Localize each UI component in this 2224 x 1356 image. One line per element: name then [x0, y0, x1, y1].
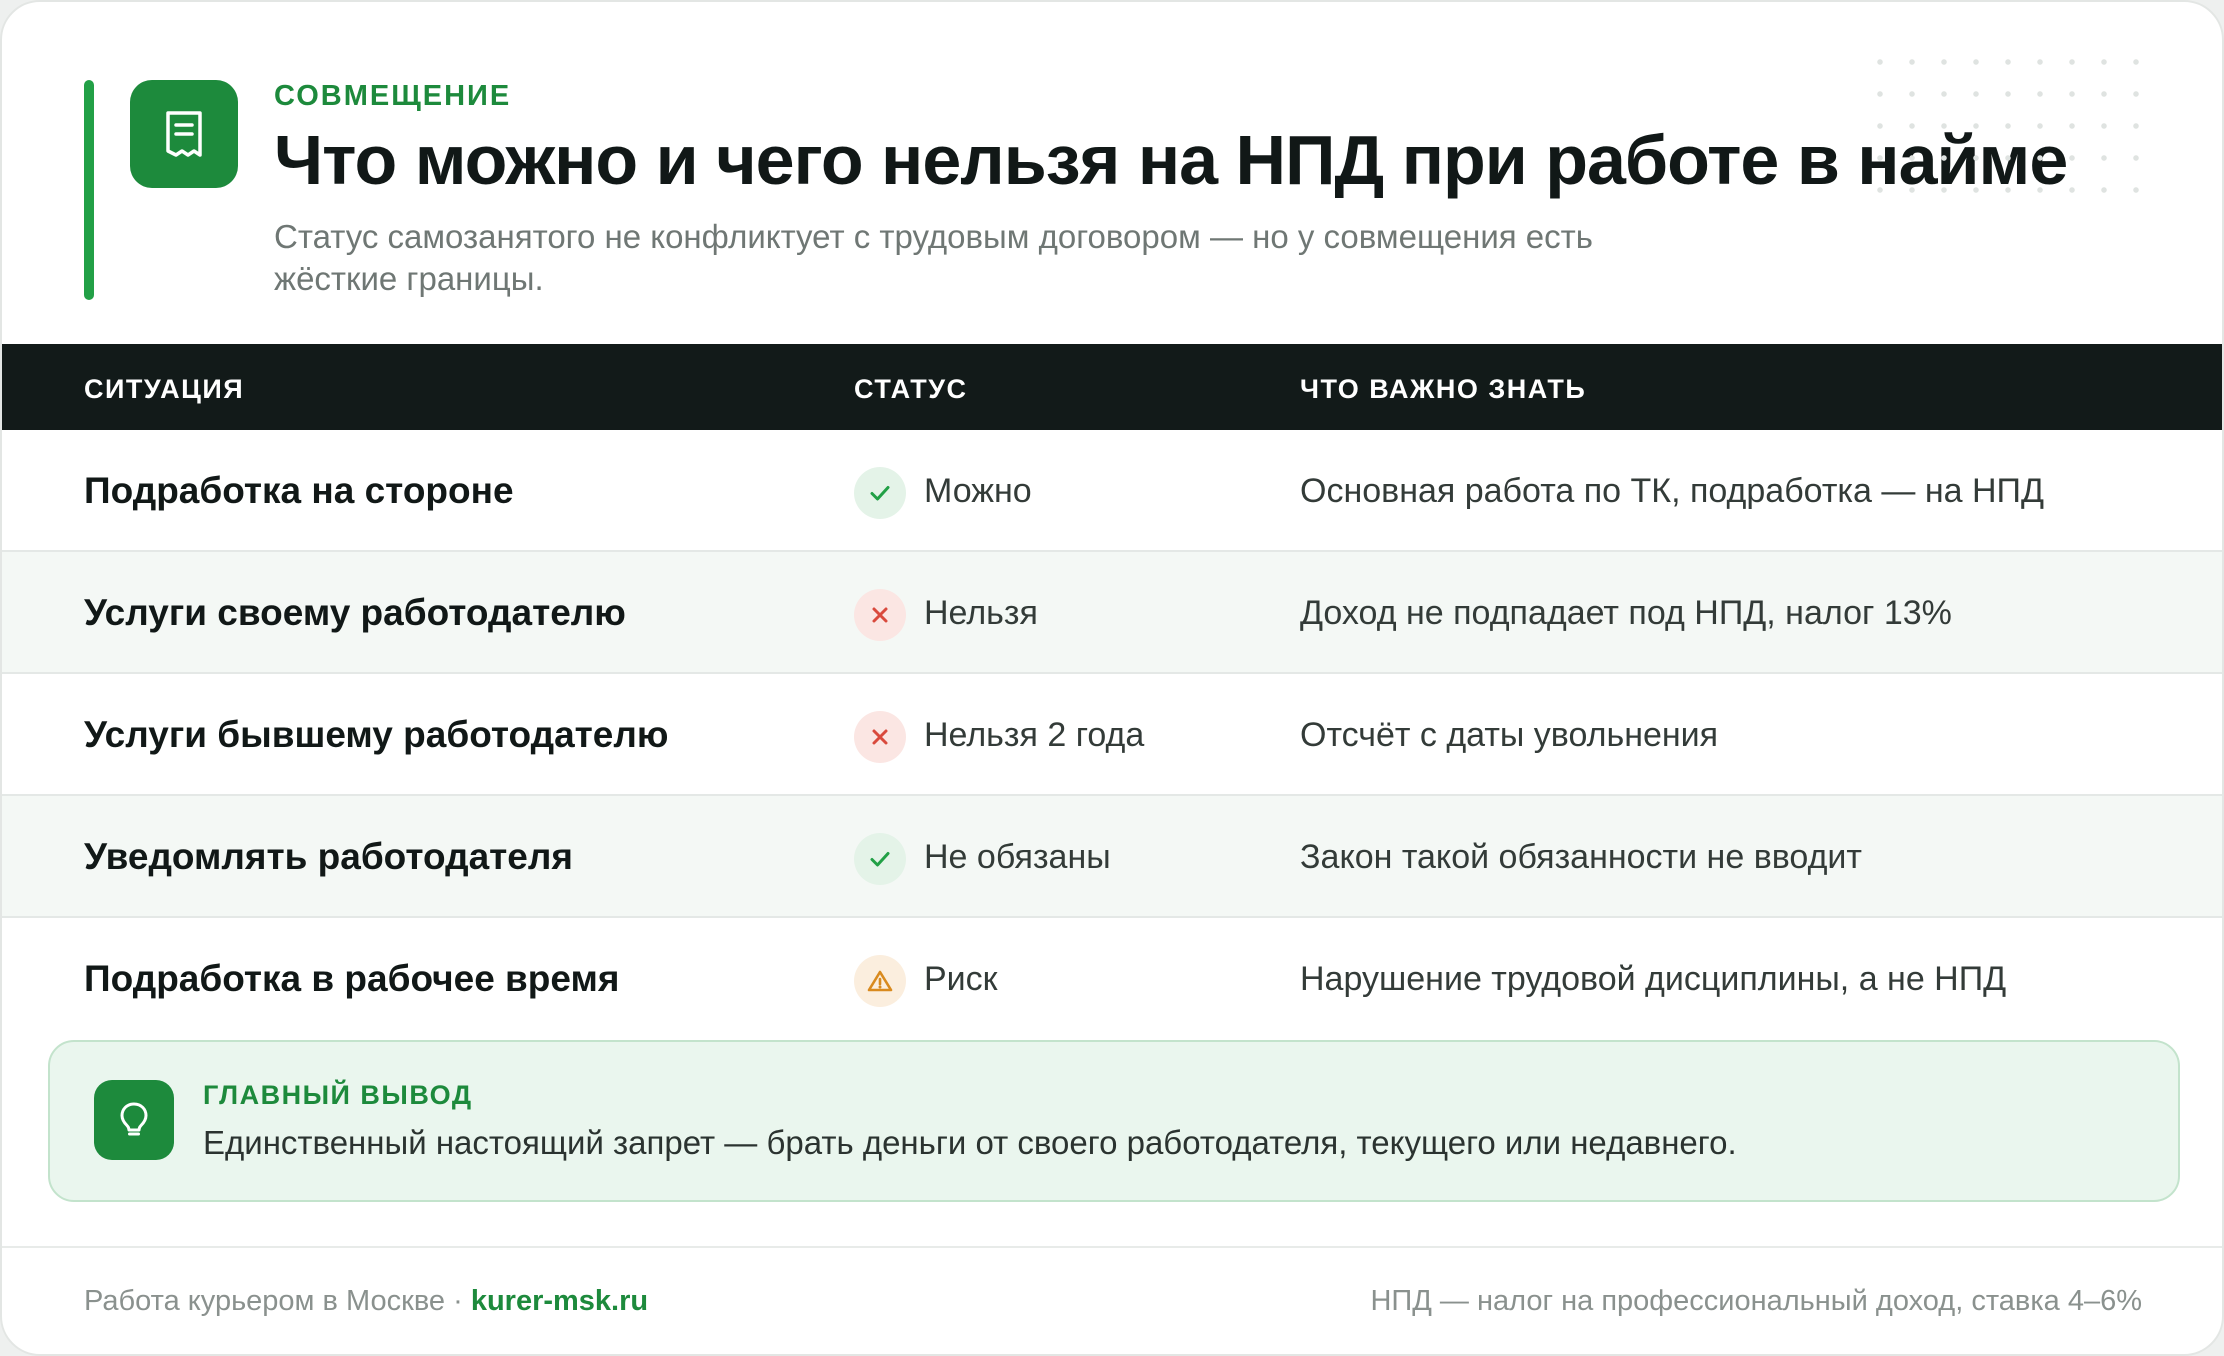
- table-row: Услуги бывшему работодателю Нельзя 2 год…: [2, 674, 2222, 796]
- column-header-note: ЧТО ВАЖНО ЗНАТЬ: [1300, 374, 1587, 404]
- status-cell: Нельзя: [924, 594, 1038, 632]
- infographic-card: СОВМЕЩЕНИЕ Что можно и чего нельзя на НП…: [0, 0, 2224, 1356]
- check-icon: [854, 467, 906, 519]
- situation-cell: Подработка на стороне: [84, 470, 514, 511]
- eyebrow-label: СОВМЕЩЕНИЕ: [274, 80, 512, 112]
- footer-divider: [2, 1246, 2222, 1248]
- note-cell: Нарушение трудовой дисциплины, а не НПД: [1300, 960, 2007, 998]
- situation-cell: Уведомлять работодателя: [84, 836, 573, 877]
- column-header-situation: СИТУАЦИЯ: [84, 374, 245, 404]
- note-cell: Доход не подпадает под НПД, налог 13%: [1300, 594, 1952, 632]
- column-header-status: СТАТУС: [854, 374, 968, 404]
- situation-cell: Услуги бывшему работодателю: [84, 714, 669, 755]
- site-link[interactable]: kurer-msk.ru: [471, 1285, 648, 1317]
- note-cell: Основная работа по ТК, подработка — на Н…: [1300, 472, 2044, 510]
- table-row: Уведомлять работодателя Не обязаны Закон…: [2, 796, 2222, 918]
- table-row: Подработка на стороне Можно Основная раб…: [2, 430, 2222, 552]
- status-cell: Нельзя 2 года: [924, 716, 1145, 754]
- receipt-icon: [130, 80, 238, 188]
- conclusion-box: ГЛАВНЫЙ ВЫВОД Единственный настоящий зап…: [48, 1040, 2180, 1202]
- conclusion-text: Единственный настоящий запрет — брать де…: [203, 1124, 1737, 1161]
- footer-note: НПД — налог на профессиональный доход, с…: [1370, 1285, 2142, 1317]
- table-row: Подработка в рабочее время Риск Нарушени…: [2, 918, 2222, 1040]
- situation-cell: Услуги своему работодателю: [84, 592, 626, 633]
- lightbulb-icon: [94, 1080, 174, 1160]
- page-subtitle: Статус самозанятого не конфликтует с тру…: [274, 218, 1593, 297]
- status-cell: Можно: [924, 472, 1032, 510]
- conclusion-label: ГЛАВНЫЙ ВЫВОД: [203, 1080, 473, 1110]
- accent-bar: [84, 80, 94, 300]
- decorative-dots: [1864, 46, 2164, 196]
- table-header: СИТУАЦИЯ СТАТУС ЧТО ВАЖНО ЗНАТЬ: [2, 344, 2222, 430]
- warning-icon: [854, 955, 906, 1007]
- note-cell: Закон такой обязанности не вводит: [1300, 838, 1862, 876]
- footer-caption: Работа курьером в Москве ·: [84, 1285, 471, 1317]
- table-row: Услуги своему работодателю Нельзя Доход …: [2, 552, 2222, 674]
- status-cell: Не обязаны: [924, 838, 1111, 876]
- status-cell: Риск: [924, 960, 998, 998]
- check-icon: [854, 833, 906, 885]
- note-cell: Отсчёт с даты увольнения: [1300, 716, 1719, 754]
- situation-cell: Подработка в рабочее время: [84, 958, 620, 999]
- cross-icon: [854, 711, 906, 763]
- header: СОВМЕЩЕНИЕ Что можно и чего нельзя на НП…: [2, 2, 2222, 344]
- footer-left: Работа курьером в Москве · kurer-msk.ru: [84, 1285, 648, 1318]
- cross-icon: [854, 589, 906, 641]
